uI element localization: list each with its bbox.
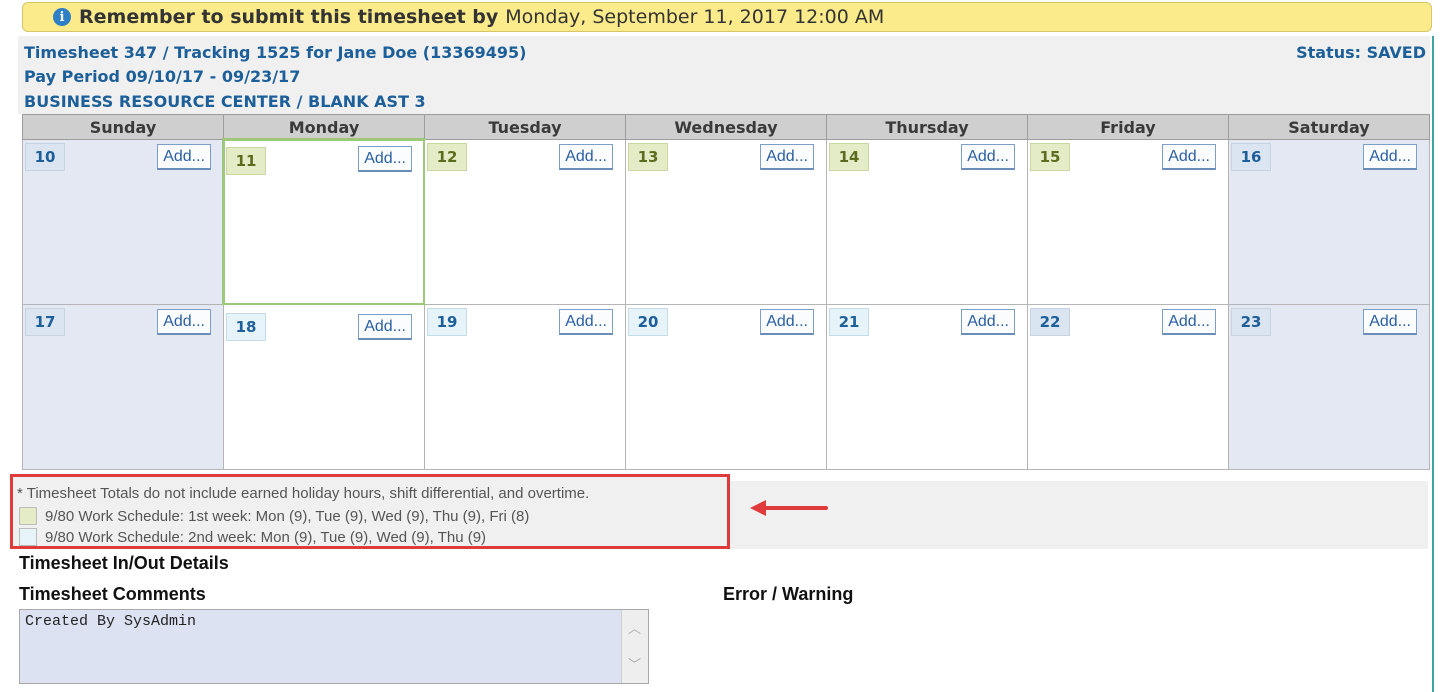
week2-swatch [19,528,37,546]
day-number: 12 [427,143,467,171]
day-cell[interactable]: 20 Add... [625,304,827,470]
comments-scrollbar[interactable]: ︿ ﹀ [621,610,648,683]
day-number: 21 [829,308,869,336]
legend-background [730,481,1428,549]
week-row-1: 10 Add... 11 Add... 12 Add... 13 Add... [22,138,1430,306]
add-entry-button[interactable]: Add... [1162,309,1216,335]
day-cell[interactable]: 17 Add... [22,304,224,470]
add-entry-button[interactable]: Add... [961,309,1015,335]
reminder-banner: i Remember to submit this timesheet by M… [22,2,1432,32]
day-number: 19 [427,308,467,336]
day-number: 13 [628,143,668,171]
day-cell[interactable]: 12 Add... [424,139,626,305]
day-number: 14 [829,143,869,171]
comments-value: Created By SysAdmin [25,613,197,630]
info-icon: i [53,8,71,26]
weekday-header: Friday [1027,114,1229,140]
weekday-header: Sunday [22,114,224,140]
day-number: 16 [1231,143,1271,171]
add-entry-button[interactable]: Add... [157,144,211,170]
day-cell[interactable]: 23 Add... [1228,304,1430,470]
weekday-header: Thursday [826,114,1028,140]
weekday-header-row: Sunday Monday Tuesday Wednesday Thursday… [22,114,1430,140]
add-entry-button[interactable]: Add... [358,146,412,172]
day-cell[interactable]: 14 Add... [826,139,1028,305]
legend-row-week1: 9/80 Work Schedule: 1st week: Mon (9), T… [19,507,529,525]
timesheet-page: i Remember to submit this timesheet by M… [0,0,1440,692]
add-entry-button[interactable]: Add... [559,309,613,335]
week-row-2: 17 Add... 18 Add... 19 Add... 20 Add... … [22,304,1430,470]
day-number: 17 [25,308,65,336]
day-number: 18 [226,313,266,341]
add-entry-button[interactable]: Add... [961,144,1015,170]
status-badge: Status: SAVED [1296,43,1426,62]
department: BUSINESS RESOURCE CENTER / BLANK AST 3 [24,92,426,111]
calendar-grid: Sunday Monday Tuesday Wednesday Thursday… [22,114,1430,470]
day-cell[interactable]: 16 Add... [1228,139,1430,305]
day-cell[interactable]: 22 Add... [1027,304,1229,470]
add-entry-button[interactable]: Add... [1363,309,1417,335]
reminder-date: Monday, September 11, 2017 12:00 AM [505,6,885,28]
day-cell[interactable]: 13 Add... [625,139,827,305]
add-entry-button[interactable]: Add... [157,309,211,335]
weekday-header: Saturday [1228,114,1430,140]
add-entry-button[interactable]: Add... [1162,144,1216,170]
week1-schedule: 9/80 Work Schedule: 1st week: Mon (9), T… [45,507,530,525]
comments-heading: Timesheet Comments [19,584,206,604]
left-arrow-icon [750,500,828,516]
schedule-legend: * Timesheet Totals do not include earned… [10,474,730,549]
chevron-up-icon[interactable]: ︿ [628,618,641,637]
add-entry-button[interactable]: Add... [1363,144,1417,170]
day-number: 15 [1030,143,1070,171]
day-number: 11 [226,147,266,175]
page-border [1432,36,1434,692]
week2-schedule: 9/80 Work Schedule: 2nd week: Mon (9), T… [45,528,487,546]
day-cell[interactable]: 10 Add... [22,139,224,305]
day-cell-selected[interactable]: 11 Add... [222,138,426,306]
day-cell[interactable]: 21 Add... [826,304,1028,470]
inout-details-heading: Timesheet In/Out Details [19,553,229,573]
weekday-header: Tuesday [424,114,626,140]
pay-period: Pay Period 09/10/17 - 09/23/17 [24,67,301,86]
day-cell[interactable]: 18 Add... [223,304,425,470]
day-cell[interactable]: 19 Add... [424,304,626,470]
add-entry-button[interactable]: Add... [760,309,814,335]
add-entry-button[interactable]: Add... [559,144,613,170]
totals-note: * Timesheet Totals do not include earned… [17,485,590,502]
weekday-header: Wednesday [625,114,827,140]
day-number: 23 [1231,308,1271,336]
day-cell[interactable]: 15 Add... [1027,139,1229,305]
error-warning-heading: Error / Warning [723,584,854,604]
add-entry-button[interactable]: Add... [358,314,412,340]
day-number: 10 [25,143,65,171]
weekday-header: Monday [223,114,425,140]
timesheet-title: Timesheet 347 / Tracking 1525 for Jane D… [24,43,527,62]
chevron-down-icon[interactable]: ﹀ [628,654,641,673]
comments-textarea[interactable]: Created By SysAdmin ︿ ﹀ [19,609,649,684]
legend-row-week2: 9/80 Work Schedule: 2nd week: Mon (9), T… [19,528,486,546]
add-entry-button[interactable]: Add... [760,144,814,170]
reminder-text: Remember to submit this timesheet by [79,6,499,28]
week1-swatch [19,507,37,525]
day-number: 22 [1030,308,1070,336]
day-number: 20 [628,308,668,336]
timesheet-header: Timesheet 347 / Tracking 1525 for Jane D… [18,36,1430,114]
